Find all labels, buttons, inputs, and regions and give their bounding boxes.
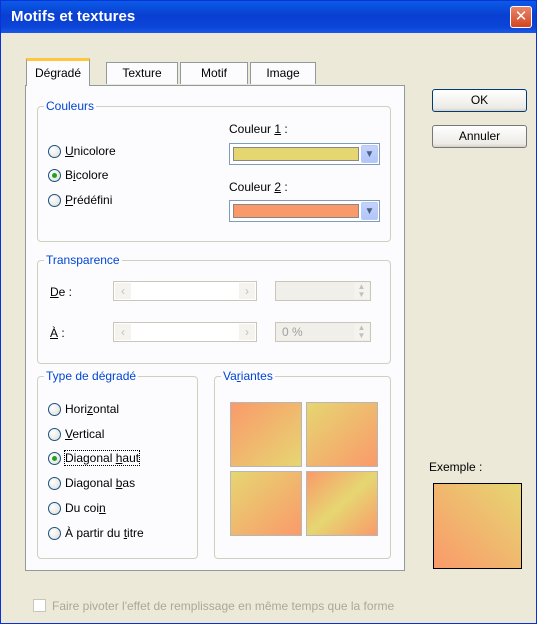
gradient-type-group: Type de dégradé Horizontal Vertical Diag… — [37, 369, 198, 559]
radio-vertical[interactable]: Vertical — [48, 427, 104, 441]
radio-label: Diagonal haut — [63, 450, 141, 466]
radio-indicator — [48, 168, 61, 182]
preview-swatch — [433, 483, 522, 569]
from-label: De : — [50, 285, 73, 299]
variant-2[interactable] — [306, 402, 378, 467]
cancel-button[interactable]: Annuler — [432, 125, 527, 148]
from-value-input[interactable]: ▲ ▼ — [275, 281, 371, 301]
color1-swatch — [233, 147, 359, 161]
radio-indicator — [48, 476, 61, 490]
window-title: Motifs et textures — [11, 8, 136, 25]
variants-legend: Variantes — [221, 369, 275, 383]
radio-indicator — [48, 427, 61, 441]
transparency-group: Transparence De : ‹ › ▲ ▼ À : ‹ › 0 % ▲ ▼ — [37, 253, 391, 364]
tab-label: Image — [266, 66, 300, 80]
colors-group: Couleurs Unicolore Bicolore Prédéfini Co… — [37, 99, 391, 242]
radio-indicator — [48, 144, 61, 158]
radio-a-partir-du-titre[interactable]: À partir du titre — [48, 526, 144, 540]
radio-indicator — [48, 526, 61, 540]
spin-arrows-icon[interactable]: ▲ ▼ — [354, 324, 369, 340]
radio-label: Prédéfini — [65, 193, 113, 207]
radio-label: Bicolore — [65, 168, 109, 182]
radio-diagonal-bas[interactable]: Diagonal bas — [48, 476, 135, 490]
tab-label: Dégradé — [34, 66, 82, 80]
close-button[interactable]: ✕ — [510, 6, 532, 28]
radio-bicolore[interactable]: Bicolore — [48, 168, 108, 182]
ok-label: OK — [470, 93, 489, 107]
color1-label: Couleur 1 : — [229, 122, 288, 136]
variant-1[interactable] — [230, 402, 302, 467]
tab-image[interactable]: Image — [250, 62, 316, 84]
radio-label: À partir du titre — [65, 526, 144, 540]
to-value-input[interactable]: 0 % ▲ ▼ — [275, 322, 371, 342]
colors-legend: Couleurs — [44, 99, 97, 113]
ok-button[interactable]: OK — [432, 89, 527, 112]
to-value: 0 % — [282, 325, 303, 339]
variant-3[interactable] — [230, 471, 302, 536]
dialog-window: Motifs et textures ✕ Dégradé Texture Mot… — [0, 0, 537, 624]
spin-arrows-icon[interactable]: ▲ ▼ — [354, 283, 369, 299]
tab-motif[interactable]: Motif — [180, 62, 248, 84]
radio-label: Vertical — [65, 427, 105, 441]
tab-label: Texture — [122, 66, 162, 80]
radio-indicator — [48, 193, 61, 207]
color2-dropdown[interactable]: ▼ — [229, 200, 380, 222]
close-icon: ✕ — [514, 8, 528, 25]
tab-texture[interactable]: Texture — [106, 62, 178, 84]
radio-indicator — [48, 402, 61, 416]
chevron-down-icon[interactable]: ▼ — [361, 202, 378, 220]
variants-group: Variantes — [214, 369, 391, 559]
color2-label: Couleur 2 : — [229, 180, 288, 194]
color2-swatch — [233, 204, 359, 218]
transparency-legend: Transparence — [44, 253, 122, 267]
arrow-left-icon[interactable]: ‹ — [115, 283, 131, 299]
preview-label: Exemple : — [429, 460, 483, 474]
arrow-left-icon[interactable]: ‹ — [115, 324, 131, 340]
variant-4[interactable] — [306, 471, 378, 536]
radio-diagonal-haut[interactable]: Diagonal haut — [48, 450, 141, 466]
radio-indicator — [48, 501, 61, 515]
from-slider[interactable]: ‹ › — [113, 281, 257, 301]
radio-label: Du coin — [65, 501, 106, 515]
tab-degrade[interactable]: Dégradé — [26, 58, 90, 86]
rotate-checkbox-label: Faire pivoter l'effet de remplissage en … — [52, 599, 395, 613]
arrow-right-icon[interactable]: › — [239, 283, 255, 299]
radio-indicator — [48, 451, 61, 465]
radio-horizontal[interactable]: Horizontal — [48, 402, 119, 416]
rotate-checkbox[interactable] — [33, 599, 46, 612]
color1-dropdown[interactable]: ▼ — [229, 143, 380, 165]
title-bar: Motifs et textures — [1, 1, 536, 33]
radio-predefini[interactable]: Prédéfini — [48, 193, 112, 207]
radio-du-coin[interactable]: Du coin — [48, 501, 106, 515]
radio-label: Horizontal — [65, 402, 120, 416]
chevron-down-icon[interactable]: ▼ — [361, 145, 378, 163]
gradient-type-legend: Type de dégradé — [44, 369, 139, 383]
radio-label: Unicolore — [65, 144, 116, 158]
tab-panel-degrade: Couleurs Unicolore Bicolore Prédéfini Co… — [25, 85, 405, 571]
to-label: À : — [50, 326, 65, 340]
radio-unicolore[interactable]: Unicolore — [48, 144, 116, 158]
tab-label: Motif — [200, 66, 227, 80]
arrow-right-icon[interactable]: › — [239, 324, 255, 340]
radio-label: Diagonal bas — [65, 476, 136, 490]
cancel-label: Annuler — [458, 129, 501, 143]
to-slider[interactable]: ‹ › — [113, 322, 257, 342]
